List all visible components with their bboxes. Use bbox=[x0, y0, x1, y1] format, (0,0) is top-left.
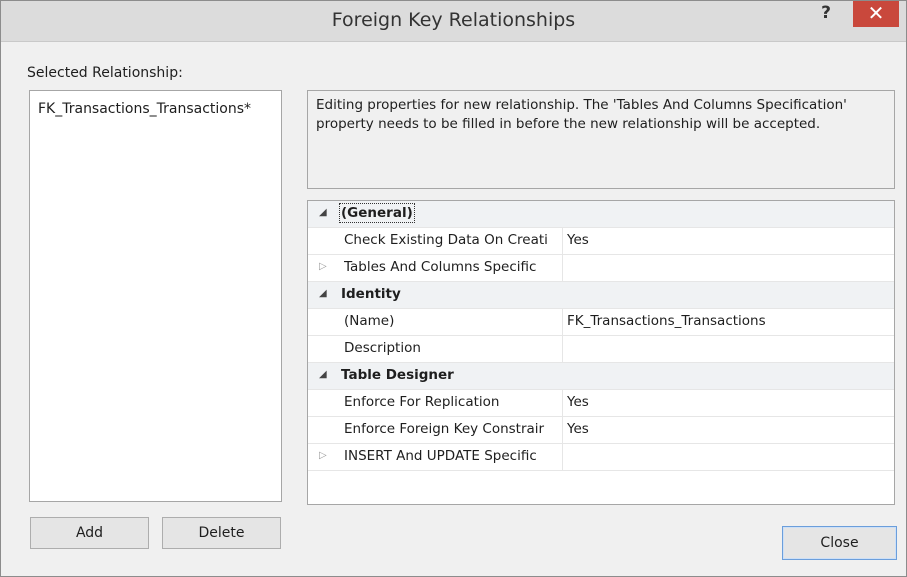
add-button[interactable]: Add bbox=[30, 517, 149, 549]
property-value[interactable]: FK_Transactions_Transactions bbox=[567, 313, 766, 329]
category-label: Table Designer bbox=[341, 367, 454, 383]
info-message: Editing properties for new relationship.… bbox=[316, 97, 847, 132]
property-name: Enforce Foreign Key Constrair bbox=[344, 421, 545, 437]
property-value[interactable]: Yes bbox=[567, 232, 589, 248]
property-value[interactable]: Yes bbox=[567, 394, 589, 410]
category-table-designer[interactable]: ◢ Table Designer bbox=[308, 363, 894, 390]
column-separator bbox=[562, 228, 563, 254]
category-label: (General) bbox=[339, 203, 415, 223]
column-separator bbox=[562, 255, 563, 281]
expanded-icon[interactable]: ◢ bbox=[319, 288, 327, 299]
property-enforce-fk[interactable]: Enforce Foreign Key Constrair Yes bbox=[308, 417, 894, 444]
column-separator bbox=[562, 336, 563, 362]
selected-relationship-label: Selected Relationship: bbox=[27, 65, 183, 81]
foreign-key-relationships-dialog: Foreign Key Relationships ? ✕ Selected R… bbox=[0, 0, 907, 577]
property-tables-columns[interactable]: ▷ Tables And Columns Specific bbox=[308, 255, 894, 282]
property-insert-update[interactable]: ▷ INSERT And UPDATE Specific bbox=[308, 444, 894, 471]
property-value[interactable]: Yes bbox=[567, 421, 589, 437]
dialog-title: Foreign Key Relationships bbox=[331, 9, 576, 31]
property-name: (Name) bbox=[344, 313, 395, 329]
property-name: Description bbox=[344, 340, 421, 356]
help-button[interactable]: ? bbox=[813, 3, 839, 25]
category-identity[interactable]: ◢ Identity bbox=[308, 282, 894, 309]
property-name: Tables And Columns Specific bbox=[344, 259, 537, 275]
expanded-icon[interactable]: ◢ bbox=[319, 207, 327, 218]
category-general[interactable]: ◢ (General) bbox=[308, 201, 894, 228]
category-label: Identity bbox=[341, 286, 401, 302]
delete-button[interactable]: Delete bbox=[162, 517, 281, 549]
property-description[interactable]: Description bbox=[308, 336, 894, 363]
property-enforce-replication[interactable]: Enforce For Replication Yes bbox=[308, 390, 894, 417]
property-name: Enforce For Replication bbox=[344, 394, 500, 410]
list-item[interactable]: FK_Transactions_Transactions* bbox=[38, 101, 251, 117]
property-check-existing[interactable]: Check Existing Data On Creati Yes bbox=[308, 228, 894, 255]
column-separator bbox=[562, 390, 563, 416]
property-name: INSERT And UPDATE Specific bbox=[344, 448, 537, 464]
close-button[interactable]: Close bbox=[782, 526, 897, 560]
property-name: Check Existing Data On Creati bbox=[344, 232, 548, 248]
column-separator bbox=[562, 309, 563, 335]
title-bar: Foreign Key Relationships ? ✕ bbox=[1, 1, 906, 42]
info-message-box: Editing properties for new relationship.… bbox=[307, 90, 895, 189]
window-close-button[interactable]: ✕ bbox=[853, 1, 899, 27]
property-grid[interactable]: ◢ (General) Check Existing Data On Creat… bbox=[307, 200, 895, 505]
collapsed-icon[interactable]: ▷ bbox=[319, 261, 327, 272]
expanded-icon[interactable]: ◢ bbox=[319, 369, 327, 380]
column-separator bbox=[562, 417, 563, 443]
property-name-row[interactable]: (Name) FK_Transactions_Transactions bbox=[308, 309, 894, 336]
collapsed-icon[interactable]: ▷ bbox=[319, 450, 327, 461]
column-separator bbox=[562, 444, 563, 470]
relationship-list[interactable]: FK_Transactions_Transactions* bbox=[29, 90, 282, 502]
